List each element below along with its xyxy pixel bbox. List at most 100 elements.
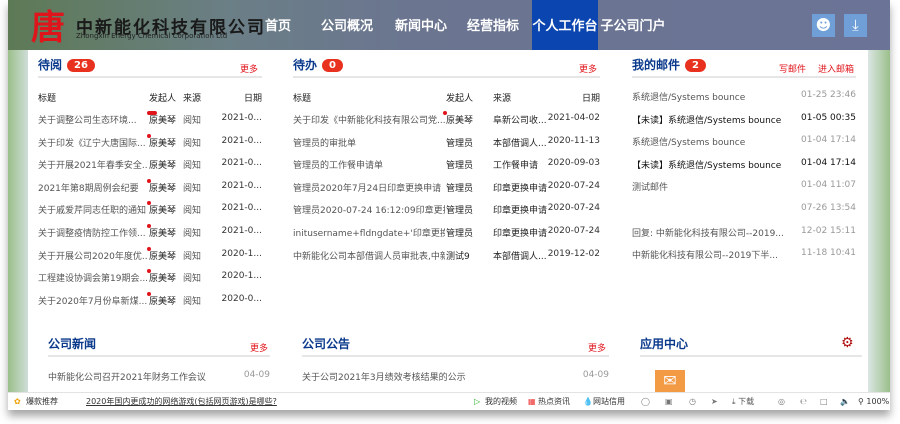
- row-title: initusername+fldngdate+'印章更换...: [293, 229, 445, 239]
- row-date: 2020-07-24: [547, 203, 600, 214]
- hot-icon: ✿: [14, 397, 21, 406]
- mail-item[interactable]: 【未读】系统退信/Systems bounce 01-05 00:35: [632, 113, 856, 126]
- row-date: 2021-0...: [221, 113, 262, 123]
- row-date: 2020-07-24: [547, 226, 600, 236]
- mail-time: 01-04 11:07: [801, 180, 856, 191]
- unread-dot: [147, 133, 151, 138]
- nav-home[interactable]: 首页: [252, 0, 304, 50]
- download-icon[interactable]: ⤓: [844, 14, 867, 37]
- row-title: 关于开展公司2020年度优...: [38, 251, 148, 262]
- mail-item[interactable]: 【未读】系统退信/Systems bounce 01-04 17:14: [632, 158, 856, 171]
- row-source: 印章更换申请: [493, 206, 548, 217]
- notice-more-link[interactable]: 更多: [588, 341, 606, 354]
- screenshot-icon[interactable]: ▣: [665, 393, 673, 410]
- headline-link[interactable]: 2020年国内更成功的网络游戏(包括网页游戏)是哪些?: [86, 393, 277, 410]
- divider: [640, 355, 862, 357]
- row-date: 2019-12-02: [547, 248, 600, 259]
- todo-more-link[interactable]: 更多: [579, 62, 597, 75]
- inbox-link[interactable]: 进入邮箱: [818, 62, 854, 75]
- write-mail-link[interactable]: 写邮件: [779, 62, 806, 75]
- divider: [38, 76, 262, 78]
- row-title: 关于戚爱芹同志任职的通知: [38, 206, 147, 217]
- table-row[interactable]: 关于开展公司2020年度优... 原美琴 阅知 2020-1...: [38, 246, 262, 262]
- table-row[interactable]: initusername+fldngdate+'印章更换... 管理员 印章更换申请…: [293, 226, 600, 239]
- row-sender: 原美琴: [149, 138, 177, 149]
- row-title: 管理员2020-07-24 16:12:09印章更换...: [293, 206, 445, 217]
- video-icon: ▷: [474, 397, 481, 406]
- row-source: 工作餐申请: [493, 161, 539, 172]
- ie-icon[interactable]: ℮: [800, 393, 807, 410]
- pending-read-more-link[interactable]: 更多: [240, 62, 258, 75]
- mail-subject: 测试邮件: [632, 183, 669, 194]
- download-status[interactable]: ⤓ 下载: [732, 393, 754, 410]
- mail-item[interactable]: 系统退信/Systems bounce 01-04 17:14: [632, 135, 856, 149]
- sound-icon[interactable]: 🔈: [840, 393, 850, 410]
- window-icon[interactable]: □: [820, 393, 828, 410]
- mail-item[interactable]: 07-26 13:54: [632, 203, 856, 215]
- notice-title: 公司公告: [302, 337, 351, 351]
- mail-app-icon[interactable]: ✉: [655, 370, 685, 392]
- row-sender: 原美琴: [149, 161, 177, 172]
- table-row[interactable]: 关于印发《中新能化科技有限公司党... 原美琴 阜新公司收... 2021-04-02: [293, 111, 600, 126]
- browser-window: 唐 中新能化科技有限公司 Zhongxin Energy Chemical Co…: [8, 0, 890, 410]
- mail-item[interactable]: 中新能化科技有限公司--2019下半... 11-18 10:41: [632, 248, 856, 261]
- row-source: 印章更换申请: [493, 229, 548, 239]
- mail-item[interactable]: 测试邮件 01-04 11:07: [632, 180, 856, 194]
- mail-subject: 系统退信/Systems bounce: [632, 93, 746, 103]
- mail-time: 01-25 23:46: [801, 90, 856, 100]
- table-row[interactable]: 关于2020年7月份阜新煤... 原美琴 阅知 2020-0...: [38, 291, 262, 307]
- table-row[interactable]: 关于调整疫情防控工作领... 原美琴 阅知 2021-0...: [38, 224, 262, 239]
- table-row[interactable]: 关于印发《辽宁大唐国际... 原美琴 阅知 2021-0...: [38, 133, 262, 149]
- row-sender: 管理员: [446, 161, 474, 172]
- nav-indicators[interactable]: 经营指标: [460, 0, 526, 50]
- table-row[interactable]: 中新能化公司本部借调人员审批表,中新... 测试9 本部借调人... 2019-12-…: [293, 248, 600, 262]
- table-row[interactable]: 工程建设协调会第19期会... 原美琴 阅知 2020-1...: [38, 269, 262, 285]
- mail-time: 07-26 13:54: [801, 203, 856, 213]
- divider: [48, 355, 270, 357]
- zoom-level[interactable]: ⚲ 100%: [858, 393, 889, 410]
- row-sender: 原美琴: [149, 296, 177, 307]
- mail-item[interactable]: 系统退信/Systems bounce 01-25 23:46: [632, 90, 856, 103]
- table-row[interactable]: 管理员的审批单 管理员 本部借调人... 2020-11-13: [293, 136, 600, 149]
- translate-icon[interactable]: ◎: [778, 393, 785, 410]
- row-source: 阅知: [183, 229, 202, 239]
- row-title: 管理员的工作餐申请单: [293, 161, 384, 172]
- table-row[interactable]: 管理员的工作餐申请单 管理员 工作餐申请 2020-09-03: [293, 158, 600, 172]
- mail-subject: 系统退信/Systems bounce: [632, 138, 746, 149]
- row-source: 阅知: [183, 206, 202, 217]
- site-credit[interactable]: 网站信用: [593, 393, 625, 410]
- nav-overview[interactable]: 公司概况: [314, 0, 380, 50]
- nav-news[interactable]: 新闻中心: [388, 0, 454, 50]
- row-title: 关于印发《辽宁大唐国际...: [38, 138, 146, 149]
- mail-item[interactable]: 回复: 中新能化科技有限公司--2019... 12-02 15:11: [632, 225, 856, 239]
- column-header: 日期: [243, 94, 262, 104]
- hot-recommend[interactable]: 爆款推荐: [26, 393, 58, 410]
- row-title: 中新能化公司本部借调人员审批表,中新...: [293, 251, 445, 262]
- history-icon[interactable]: ◷: [689, 393, 696, 410]
- table-row[interactable]: 管理员2020年7月24日印章更换申请 管理员 印章更换申请 2020-07-24: [293, 181, 600, 194]
- table-row[interactable]: 管理员2020-07-24 16:12:09印章更换... 管理员 印章更换申请 20…: [293, 203, 600, 217]
- table-row[interactable]: 关于调整公司生态环境... 原美琴 阅知 2021-0...: [38, 111, 262, 126]
- company-name-en: Zhongxin Energy Chemical Corporation Ltd: [76, 32, 228, 40]
- row-date: 2020-1...: [221, 271, 262, 282]
- settings-gear-icon[interactable]: ⚙: [841, 335, 854, 351]
- shield-icon[interactable]: ◯: [641, 393, 650, 410]
- rocket-icon[interactable]: ➤: [711, 393, 718, 410]
- mail-subject: 【未读】系统退信/Systems bounce: [632, 160, 782, 171]
- news-icon: ▦: [528, 397, 536, 406]
- my-video[interactable]: 我的视频: [485, 393, 517, 410]
- table-row[interactable]: 2021年第8期周例会纪要 原美琴 阅知 2021-0...: [38, 178, 262, 194]
- todo-count: 0: [322, 59, 343, 72]
- table-row[interactable]: 关于开展2021年春季安全... 原美琴 阅知 2021-0...: [38, 158, 262, 172]
- mail-time: 12-02 15:11: [801, 225, 856, 236]
- news-title: 公司新闻: [48, 337, 97, 351]
- hot-news[interactable]: 热点资讯: [538, 393, 570, 410]
- row-source: 阅知: [183, 274, 202, 285]
- news-more-link[interactable]: 更多: [250, 341, 268, 354]
- table-row[interactable]: 关于戚爱芹同志任职的通知 原美琴 阅知 2021-0...: [38, 201, 262, 217]
- nav-subsidiary[interactable]: 子公司门户: [600, 0, 666, 50]
- user-icon[interactable]: ☻: [812, 14, 835, 37]
- nav-workspace[interactable]: 个人工作台: [532, 0, 598, 50]
- apps-title: 应用中心: [640, 337, 689, 351]
- divider: [632, 76, 856, 78]
